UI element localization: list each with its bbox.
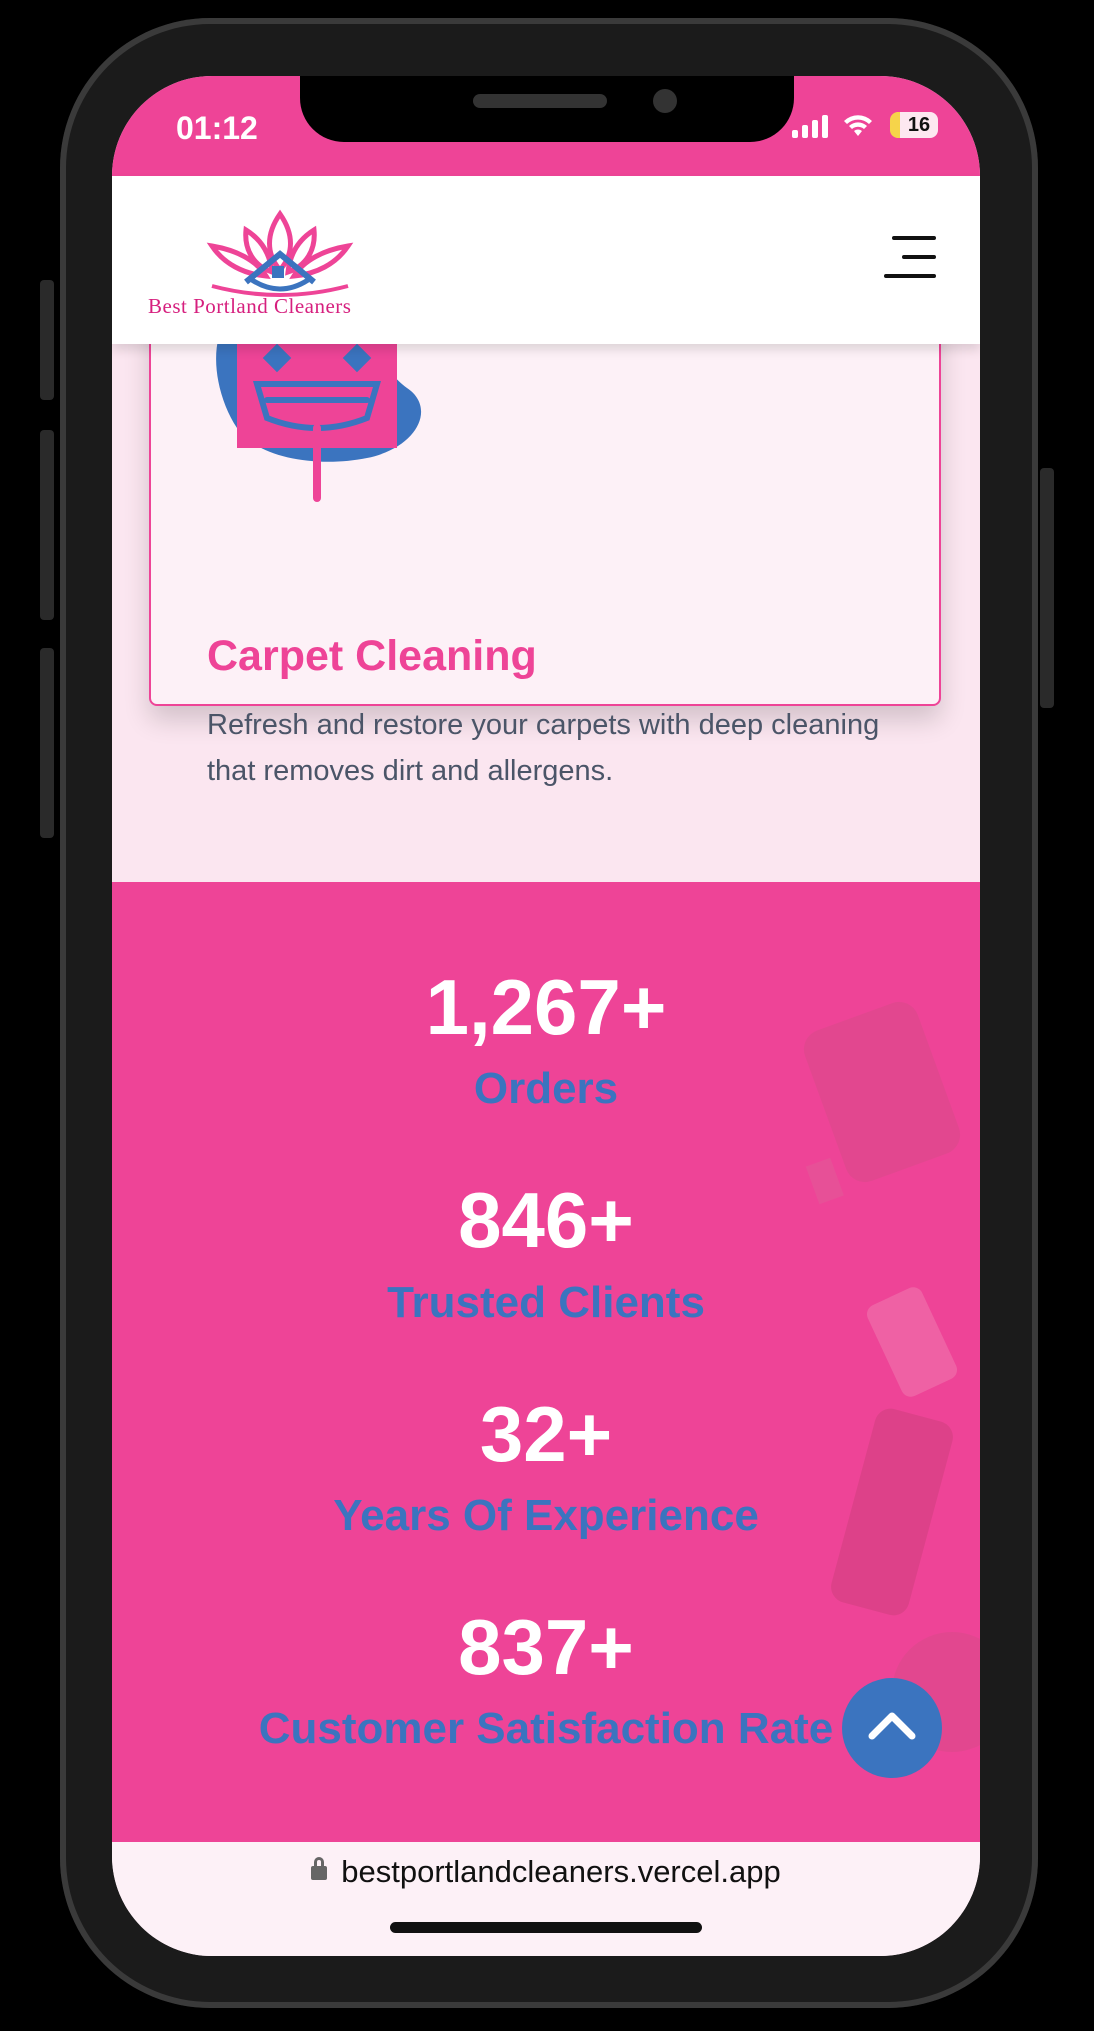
stat-label: Orders [473, 1064, 619, 1113]
battery-indicator: 16 [890, 112, 938, 138]
url-text-row[interactable]: bestportlandcleaners.vercel.app [112, 1854, 980, 1890]
speaker-grille [473, 94, 607, 108]
status-bar: 01:12 16 [112, 76, 980, 176]
status-time: 01:12 [176, 110, 258, 146]
stat-value: 846+ [458, 1176, 634, 1264]
stat-label: Trusted Clients [387, 1278, 705, 1327]
card-description: Refresh and restore your carpets with de… [207, 709, 880, 787]
home-indicator[interactable] [390, 1922, 702, 1933]
mute-switch [40, 280, 54, 400]
stat-value: 32+ [479, 1390, 613, 1478]
url-text: bestportlandcleaners.vercel.app [341, 1854, 781, 1889]
hamburger-menu-icon[interactable] [884, 236, 936, 280]
brand-name: Best Portland Cleaners [148, 294, 352, 318]
chevron-up-icon [868, 1712, 916, 1740]
wifi-icon [844, 115, 872, 136]
front-camera [653, 89, 677, 113]
signal-icon [792, 114, 828, 138]
stat-value: 1,267+ [425, 963, 667, 1051]
scroll-to-top-button[interactable] [842, 1678, 942, 1778]
volume-down-button [40, 648, 54, 838]
lock-icon [311, 1857, 328, 1880]
phone-screen: 01:12 16 Best Portland Cleaners Carpet C… [112, 76, 980, 1956]
site-header: Best Portland Cleaners [112, 176, 980, 344]
volume-up-button [40, 430, 54, 620]
browser-address-bar[interactable]: bestportlandcleaners.vercel.app [112, 1842, 980, 1956]
stat-label: Years Of Experience [333, 1491, 759, 1540]
power-button [1040, 468, 1054, 708]
card-title: Carpet Cleaning [207, 632, 537, 680]
notch [300, 76, 794, 142]
